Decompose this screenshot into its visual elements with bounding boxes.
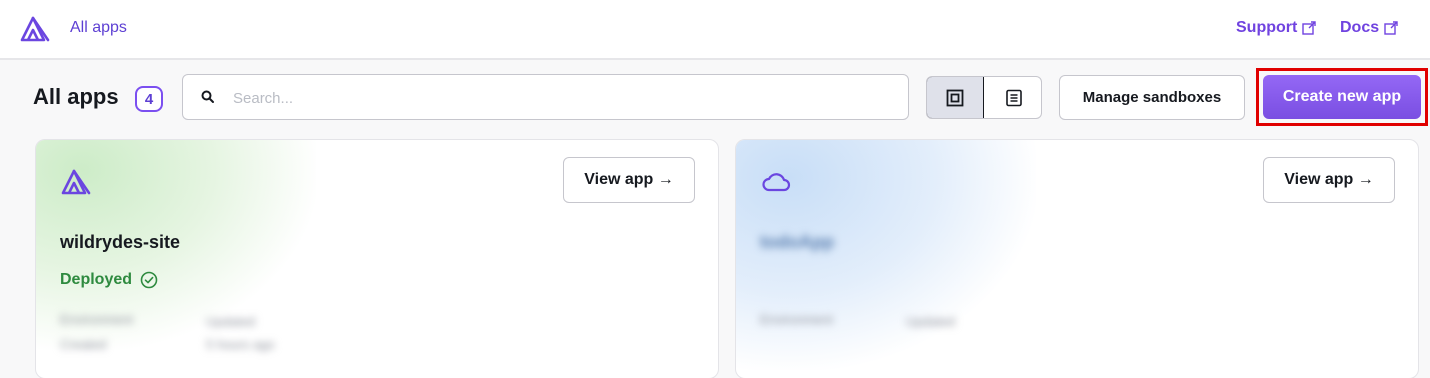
search-input[interactable] [233,87,893,109]
app-name[interactable]: todoApp [760,232,834,253]
manage-sandboxes-button[interactable]: Manage sandboxes [1059,75,1245,120]
search-icon [201,90,214,103]
app-count-badge: 4 [135,86,163,112]
meta-label-2: Created [60,337,107,352]
meta-label-1: Environment [60,312,133,327]
meta-value-2: 5 hours ago [206,337,275,352]
view-app-button[interactable]: View app → [563,157,695,203]
meta-value-1: Updated [206,314,256,329]
docs-link[interactable]: Docs [1340,19,1398,37]
grid-view-button[interactable] [927,77,984,118]
grid-view-icon [946,89,964,106]
search-box[interactable] [182,74,909,120]
list-view-icon [1005,89,1022,106]
breadcrumb-all-apps[interactable]: All apps [70,19,127,37]
list-view-button[interactable] [985,77,1041,118]
create-new-app-button[interactable]: Create new app [1263,75,1421,119]
app-card[interactable]: View app → todoApp Environment Updated [735,139,1419,378]
view-app-button[interactable]: View app → [1263,157,1395,203]
external-link-icon [1384,21,1398,35]
meta-label-1: Environment [760,312,833,327]
external-link-icon [1302,21,1317,35]
top-navigation-bar: All apps Support Docs [0,0,1430,60]
page-title: All apps [33,84,119,109]
check-circle-icon [140,271,158,289]
status-badge: Deployed [60,271,158,289]
docs-link-label: Docs [1340,19,1380,36]
meta-value-1: Updated [906,314,956,329]
app-card[interactable]: View app → wildrydes-site Deployed Envir… [35,139,719,378]
amplify-logo-icon [61,169,91,195]
view-toggle [926,76,1042,119]
support-link-label: Support [1236,19,1298,36]
app-name[interactable]: wildrydes-site [60,232,180,253]
support-link[interactable]: Support [1236,19,1317,37]
amplify-logo-icon[interactable] [20,14,50,42]
cloud-icon [762,173,791,192]
status-label: Deployed [60,271,133,288]
